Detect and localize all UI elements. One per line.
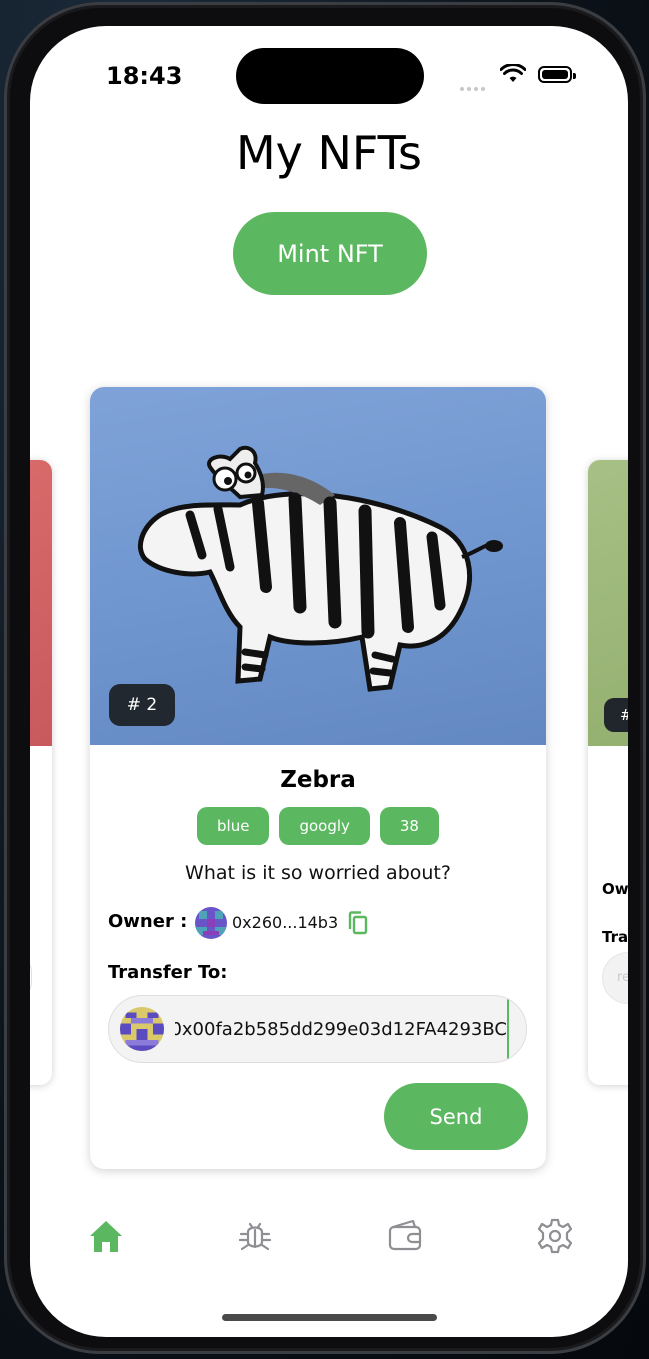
bug-icon[interactable]	[235, 1216, 275, 1256]
owner-address: 0x260...14b3	[232, 913, 339, 932]
tag-chip: blue	[197, 807, 270, 845]
wifi-icon	[500, 64, 526, 82]
nft-name: Zebra	[280, 767, 356, 793]
tab-bar	[30, 1216, 628, 1266]
nft-image: # 2	[90, 387, 546, 745]
transfer-label: Transfer To:	[108, 962, 228, 983]
signal-icon	[460, 76, 488, 95]
mint-nft-button[interactable]: Mint NFT	[233, 212, 427, 295]
transfer-input-next[interactable]: re	[602, 952, 628, 1004]
phone-frame: 18:43 My NFTs Mint NFT # Own Tra re	[4, 2, 646, 1354]
owner-label: Owner :	[108, 911, 188, 932]
nft-description: What is it so worried about?	[185, 862, 451, 884]
owner-label-next: Own	[602, 880, 628, 898]
home-icon[interactable]	[86, 1216, 126, 1256]
home-indicator	[222, 1314, 437, 1321]
dynamic-island	[236, 48, 424, 104]
token-badge-next: #	[604, 698, 628, 732]
nft-card-next[interactable]: # Own Tra re	[588, 460, 628, 1085]
nft-card: # 2 Zebra blue googly 38 What is it so w…	[90, 387, 546, 1169]
send-button[interactable]: Send	[384, 1083, 528, 1150]
transfer-input-previous[interactable]	[30, 956, 32, 998]
nft-image-previous	[30, 460, 52, 746]
phone-screen: 18:43 My NFTs Mint NFT # Own Tra re	[30, 26, 628, 1337]
transfer-label-next: Tra	[602, 928, 628, 946]
recipient-avatar	[120, 1007, 164, 1051]
token-badge: # 2	[109, 684, 175, 726]
page-title: My NFTs	[235, 126, 423, 180]
battery-icon	[538, 66, 576, 83]
tag-chip: googly	[279, 807, 370, 845]
status-time: 18:43	[106, 62, 183, 90]
gear-icon[interactable]	[535, 1216, 575, 1256]
transfer-address-input[interactable]	[175, 996, 509, 1062]
wallet-icon[interactable]	[385, 1216, 425, 1256]
nft-card-previous[interactable]	[30, 460, 52, 1085]
tag-chip: 38	[379, 807, 439, 845]
transfer-field[interactable]	[108, 995, 527, 1063]
tag-list: blue googly 38	[90, 807, 546, 845]
owner-avatar	[195, 907, 227, 939]
copy-icon[interactable]	[347, 910, 369, 936]
